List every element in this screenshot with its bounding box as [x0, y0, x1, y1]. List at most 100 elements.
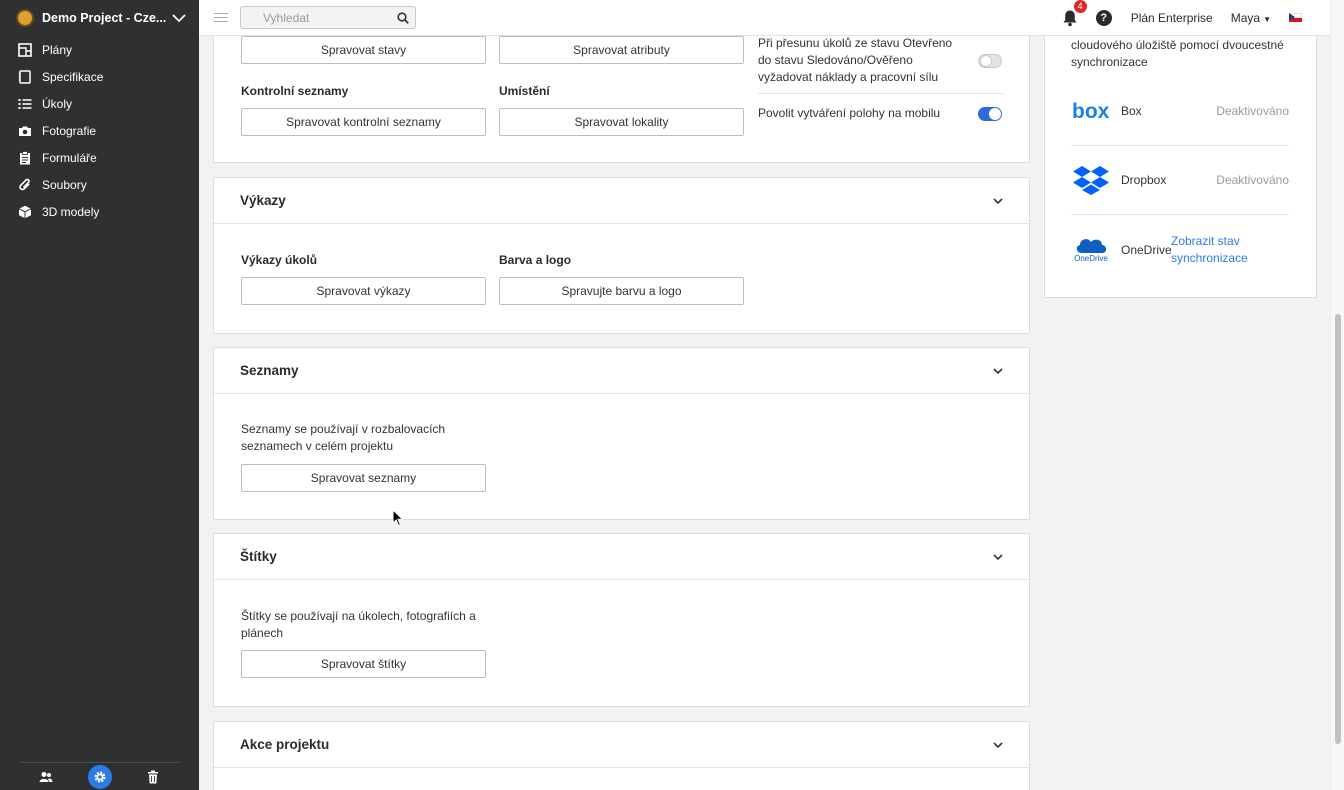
cloud-service-onedrive: OneDrive OneDrive Zobrazit stav synchron…	[1071, 215, 1289, 284]
locations-label: Umístění	[499, 84, 550, 98]
sidebar-item-label: Specifikace	[42, 69, 104, 84]
lists-card: Seznamy Seznamy se používají v rozbalova…	[213, 347, 1030, 520]
sidebar-item-tasks[interactable]: Úkoly	[0, 90, 199, 117]
search-icon[interactable]	[397, 11, 409, 24]
trash-icon[interactable]	[145, 769, 161, 785]
show-sync-status-link[interactable]: Zobrazit stav synchronizace	[1171, 233, 1271, 267]
onedrive-logo-text: OneDrive	[1074, 254, 1108, 263]
sidebar-item-files[interactable]: Soubory	[0, 171, 199, 198]
help-icon[interactable]: ?	[1095, 9, 1112, 26]
tasks-settings-card: Spravovat stavy Spravovat atributy Kontr…	[213, 36, 1030, 163]
top-bar: Vyhledat 4 ? Plán Enterprise Maya ▼	[199, 0, 1330, 36]
cloud-intro-text: cloudového úložiště pomocí dvoucestné sy…	[1071, 38, 1284, 69]
tags-card: Štítky Štítky se používají na úkolech, f…	[213, 533, 1030, 707]
chevron-down-icon[interactable]	[993, 366, 1003, 376]
mouse-cursor-icon	[392, 509, 404, 527]
manage-reports-button[interactable]: Spravovat výkazy	[241, 277, 486, 305]
cube-icon	[18, 205, 32, 219]
project-switcher[interactable]: Demo Project - Cze...	[0, 0, 199, 36]
sidebar-item-label: Plány	[42, 42, 73, 57]
cloud-service-box: box Box Deaktivováno	[1071, 77, 1289, 146]
box-logo-icon: box	[1071, 95, 1111, 127]
settings-content: Spravovat stavy Spravovat atributy Kontr…	[199, 36, 1330, 790]
sidebar-item-forms[interactable]: Formuláře	[0, 144, 199, 171]
project-name: Demo Project - Cze...	[42, 11, 167, 25]
cz-flag-icon[interactable]	[1289, 13, 1302, 22]
lists-card-header[interactable]: Seznamy	[214, 348, 1029, 394]
manage-locations-button[interactable]: Spravovat lokality	[499, 108, 744, 136]
settings-icon[interactable]	[87, 764, 112, 789]
tags-description: Štítky se používají na úkolech, fotograf…	[241, 609, 476, 640]
dropbox-logo-icon	[1071, 164, 1111, 196]
scrollbar-thumb[interactable]	[1335, 314, 1341, 744]
paperclip-icon	[18, 178, 32, 192]
search-input[interactable]: Vyhledat	[240, 6, 416, 29]
sidebar-item-label: Soubory	[42, 177, 87, 192]
mobile-location-toggle[interactable]	[978, 107, 1002, 121]
chevron-down-icon[interactable]	[993, 196, 1003, 206]
manage-checklists-button[interactable]: Spravovat kontrolní seznamy	[241, 108, 486, 136]
sidebar-nav: Plány Specifikace Úkoly Fotografie Formu…	[0, 36, 199, 225]
specifications-icon	[18, 69, 32, 84]
user-name: Maya	[1230, 10, 1261, 25]
sidebar-item-specifications[interactable]: Specifikace	[0, 63, 199, 90]
divider	[758, 93, 1003, 94]
card-title: Seznamy	[240, 363, 299, 378]
reports-card: Výkazy Výkazy úkolů Spravovat výkazy Bar…	[213, 177, 1030, 334]
card-title: Akce projektu	[240, 737, 330, 752]
manage-lists-button[interactable]: Spravovat seznamy	[241, 464, 486, 492]
manage-attributes-button[interactable]: Spravovat atributy	[499, 36, 744, 64]
search-placeholder: Vyhledat	[263, 10, 310, 25]
mobile-location-toggle-label: Povolit vytváření polohy na mobilu	[758, 106, 941, 120]
service-status: Deaktivováno	[1216, 173, 1289, 187]
tasks-icon	[18, 97, 32, 111]
project-actions-card-header[interactable]: Akce projektu	[214, 722, 1029, 768]
plans-icon	[18, 42, 32, 57]
sidebar: Demo Project - Cze... Plány Specifikace …	[0, 0, 199, 790]
service-name: Dropbox	[1121, 173, 1167, 187]
top-right-controls: 4 ? Plán Enterprise Maya ▼	[1062, 0, 1330, 27]
manage-color-logo-button[interactable]: Spravujte barvu a logo	[499, 277, 744, 305]
sidebar-item-label: Fotografie	[42, 123, 97, 138]
service-name: Box	[1121, 104, 1142, 118]
sidebar-item-label: Úkoly	[42, 96, 73, 111]
sidebar-footer	[20, 762, 179, 790]
task-reports-label: Výkazy úkolů	[241, 253, 318, 267]
chevron-down-icon[interactable]	[993, 740, 1003, 750]
svg-text:box: box	[1072, 101, 1110, 121]
sidebar-item-photos[interactable]: Fotografie	[0, 117, 199, 144]
notifications-bell-icon[interactable]: 4	[1062, 0, 1087, 27]
reports-card-header[interactable]: Výkazy	[214, 178, 1029, 224]
user-menu[interactable]: Maya ▼	[1231, 11, 1271, 25]
manage-states-button[interactable]: Spravovat stavy	[241, 36, 486, 64]
require-cost-toggle[interactable]	[978, 54, 1002, 68]
manage-tags-button[interactable]: Spravovat štítky	[241, 650, 486, 678]
card-title: Štítky	[240, 549, 277, 564]
menu-toggle-icon[interactable]	[214, 10, 228, 25]
sidebar-item-plans[interactable]: Plány	[0, 36, 199, 63]
lists-description: Seznamy se používají v rozbalovacích sez…	[241, 422, 446, 453]
chevron-down-icon[interactable]	[169, 10, 189, 26]
card-title: Výkazy	[240, 193, 286, 208]
color-logo-label: Barva a logo	[499, 253, 572, 267]
cloud-service-dropbox: Dropbox Deaktivováno	[1071, 146, 1289, 215]
project-actions-card: Akce projektu	[213, 721, 1030, 790]
forms-icon	[18, 150, 32, 165]
sidebar-item-label: 3D modely	[42, 204, 100, 219]
chevron-down-icon[interactable]	[993, 552, 1003, 562]
project-logo-icon	[16, 9, 34, 27]
checklists-label: Kontrolní seznamy	[241, 84, 349, 98]
page-scrollbar[interactable]	[1330, 0, 1344, 790]
sidebar-item-3d-models[interactable]: 3D modely	[0, 198, 199, 225]
notification-count-badge: 4	[1073, 0, 1087, 13]
service-name: OneDrive	[1121, 242, 1172, 257]
service-status: Deaktivováno	[1216, 104, 1289, 118]
users-icon[interactable]	[38, 769, 54, 785]
camera-icon	[18, 124, 32, 138]
sidebar-item-label: Formuláře	[42, 150, 97, 165]
plan-label[interactable]: Plán Enterprise	[1131, 11, 1213, 25]
caret-down-icon: ▼	[1263, 14, 1271, 24]
require-cost-toggle-label: Při přesunu úkolů ze stavu Otevřeno do s…	[758, 36, 953, 84]
tags-card-header[interactable]: Štítky	[214, 534, 1029, 580]
onedrive-logo-icon: OneDrive	[1071, 234, 1111, 266]
